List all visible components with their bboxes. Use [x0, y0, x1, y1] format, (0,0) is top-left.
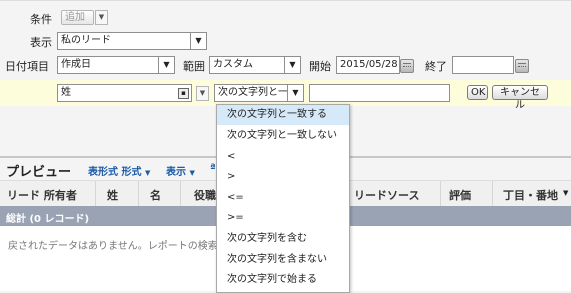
column-divider — [180, 181, 181, 206]
column-divider — [95, 181, 96, 206]
ok-button[interactable]: OK — [467, 85, 488, 100]
filter-field-value: 姓 — [61, 87, 71, 98]
range-label: 範囲 — [183, 60, 205, 73]
chevron-down-icon: ▼ — [158, 57, 174, 73]
start-date-value: 2015/05/28 — [340, 59, 398, 70]
operator-value: 次の文字列と一 — [218, 87, 288, 98]
preview-title: プレビュー — [6, 165, 72, 180]
column-divider — [138, 181, 139, 206]
column-menu-icon[interactable]: ▼ — [563, 189, 568, 197]
display-select-value: 私のリード — [61, 35, 111, 46]
column-header-owner[interactable]: リード 所有者 — [7, 187, 77, 203]
menu-item-equals[interactable]: 次の文字列と一致する — [217, 105, 349, 125]
end-label: 終了 — [425, 60, 447, 73]
empty-message: 戻されたデータはありません。レポートの検索 — [8, 241, 218, 252]
show-label: 表示 — [166, 167, 186, 178]
range-value: カスタム — [213, 59, 253, 70]
column-divider — [492, 181, 493, 206]
column-header-last-name[interactable]: 姓 — [107, 187, 118, 203]
column-header-rating[interactable]: 評価 — [449, 187, 471, 203]
calendar-icon[interactable] — [515, 59, 529, 73]
chevron-down-icon: ▼ — [287, 85, 303, 101]
column-header-first-name[interactable]: 名 — [150, 187, 161, 203]
start-date-input[interactable]: 2015/05/28 — [336, 56, 400, 74]
condition-label: 条件 — [30, 13, 52, 26]
column-header-lead-source[interactable]: リードソース — [354, 187, 419, 203]
menu-item-contains[interactable]: 次の文字列を含む — [217, 229, 349, 249]
menu-item-greater-or-equal[interactable]: >= — [217, 208, 349, 228]
calendar-icon[interactable] — [400, 59, 414, 73]
format-label: 表形式 形式 — [88, 167, 142, 178]
display-label: 表示 — [30, 36, 52, 49]
end-date-input[interactable] — [452, 56, 514, 74]
filter-value-input[interactable] — [309, 84, 450, 102]
add-condition-dropdown-icon[interactable]: ▼ — [95, 10, 108, 25]
menu-item-less-or-equal[interactable]: <= — [217, 188, 349, 208]
filter-criteria-row: 姓 ▪ ▼ 次の文字列と一 ▼ OK キャンセル — [0, 80, 571, 111]
menu-item-less-than[interactable]: < — [217, 147, 349, 167]
menu-item-not-equals[interactable]: 次の文字列と一致しない — [217, 126, 349, 146]
format-menu[interactable]: 表形式 形式 ▼ — [88, 163, 150, 178]
date-item-value: 作成日 — [61, 59, 91, 70]
menu-item-greater-than[interactable]: > — [217, 167, 349, 187]
filter-field-input[interactable]: 姓 — [57, 84, 192, 102]
field-dropdown-icon[interactable]: ▼ — [196, 86, 209, 101]
menu-item-does-not-contain[interactable]: 次の文字列を含まない — [217, 250, 349, 270]
chevron-down-icon: ▼ — [190, 33, 206, 49]
column-header-address[interactable]: 丁目・番地 — [503, 187, 558, 203]
menu-item-starts-with[interactable]: 次の文字列で始まる — [217, 270, 349, 290]
date-item-select[interactable]: 作成日 ▼ — [57, 56, 175, 74]
chevron-down-icon: ▼ — [284, 57, 300, 73]
range-select[interactable]: カスタム ▼ — [209, 56, 301, 74]
operator-dropdown-menu: 次の文字列と一致する 次の文字列と一致しない < > <= >= 次の文字列を含… — [216, 104, 350, 293]
extra-menu[interactable]: ª — [210, 163, 216, 174]
chevron-down-icon: ▼ — [144, 169, 151, 177]
grand-total-label: 総計 (0 レコード) — [6, 214, 90, 225]
column-header-title[interactable]: 役職 — [194, 187, 216, 203]
chevron-down-icon: ▼ — [189, 169, 195, 177]
column-divider — [440, 181, 441, 206]
operator-select[interactable]: 次の文字列と一 ▼ — [214, 84, 304, 102]
field-lookup-icon[interactable]: ▪ — [178, 88, 189, 99]
display-select[interactable]: 私のリード ▼ — [57, 32, 207, 50]
start-label: 開始 — [309, 60, 331, 73]
date-item-label: 日付項目 — [5, 60, 49, 73]
cancel-button[interactable]: キャンセル — [492, 85, 548, 111]
add-condition-button[interactable]: 追加 — [61, 10, 94, 25]
show-menu[interactable]: 表示 ▼ — [166, 163, 195, 178]
